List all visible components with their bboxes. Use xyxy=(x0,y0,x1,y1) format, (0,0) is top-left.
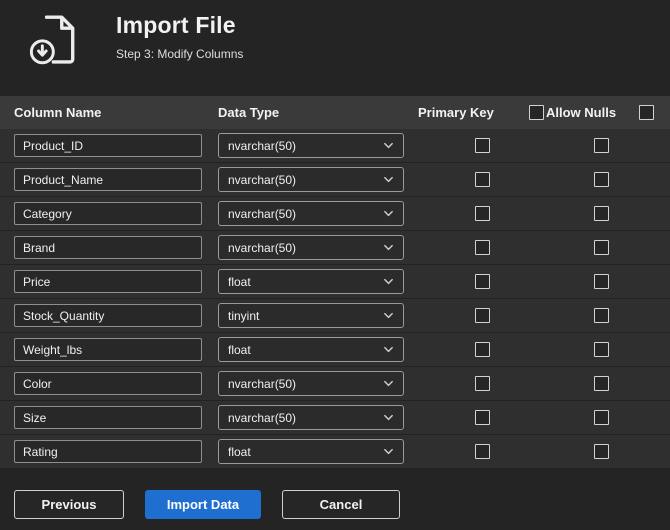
data-type-select[interactable]: nvarchar(50) xyxy=(218,235,404,260)
data-type-value: nvarchar(50) xyxy=(228,172,297,187)
primary-key-checkbox[interactable] xyxy=(474,376,490,391)
table-row: nvarchar(50) xyxy=(0,367,670,401)
data-type-select[interactable]: float xyxy=(218,337,404,362)
allow-nulls-checkbox[interactable] xyxy=(593,206,609,221)
primary-key-checkbox[interactable] xyxy=(474,444,490,459)
chevron-down-icon xyxy=(383,446,394,457)
data-type-value: float xyxy=(228,274,251,289)
data-type-value: nvarchar(50) xyxy=(228,206,297,221)
table-row: nvarchar(50) xyxy=(0,163,670,197)
allow-nulls-checkbox[interactable] xyxy=(593,376,609,391)
column-name-input[interactable] xyxy=(14,168,202,191)
import-data-button[interactable]: Import Data xyxy=(145,490,261,519)
allow-nulls-checkbox[interactable] xyxy=(593,274,609,289)
column-name-input[interactable] xyxy=(14,134,202,157)
data-type-select[interactable]: nvarchar(50) xyxy=(218,201,404,226)
table-row: float xyxy=(0,333,670,367)
primary-key-checkbox[interactable] xyxy=(474,274,490,289)
table-row: nvarchar(50) xyxy=(0,401,670,435)
column-name-input[interactable] xyxy=(14,270,202,293)
column-name-header: Column Name xyxy=(14,105,102,120)
data-type-select[interactable]: float xyxy=(218,439,404,464)
allow-nulls-checkbox[interactable] xyxy=(593,138,609,153)
allow-nulls-checkbox[interactable] xyxy=(593,308,609,323)
chevron-down-icon xyxy=(383,208,394,219)
chevron-down-icon xyxy=(383,310,394,321)
primary-key-checkbox[interactable] xyxy=(474,240,490,255)
cancel-button[interactable]: Cancel xyxy=(282,490,400,519)
table-body: nvarchar(50) nvarchar(50) xyxy=(0,129,670,469)
data-type-value: tinyint xyxy=(228,308,260,323)
chevron-down-icon xyxy=(383,412,394,423)
allow-nulls-checkbox[interactable] xyxy=(593,172,609,187)
data-type-select[interactable]: tinyint xyxy=(218,303,404,328)
data-type-value: nvarchar(50) xyxy=(228,376,297,391)
chevron-down-icon xyxy=(383,378,394,389)
table-row: nvarchar(50) xyxy=(0,129,670,163)
primary-key-checkbox[interactable] xyxy=(474,172,490,187)
data-type-value: nvarchar(50) xyxy=(228,410,297,425)
column-name-input[interactable] xyxy=(14,236,202,259)
primary-key-header: Primary Key xyxy=(418,105,494,120)
chevron-down-icon xyxy=(383,242,394,253)
chevron-down-icon xyxy=(383,276,394,287)
column-name-input[interactable] xyxy=(14,440,202,463)
footer-actions: Previous Import Data Cancel xyxy=(0,490,670,519)
data-type-select[interactable]: nvarchar(50) xyxy=(218,405,404,430)
allow-nulls-checkbox[interactable] xyxy=(593,410,609,425)
primary-key-checkbox[interactable] xyxy=(474,342,490,357)
allow-nulls-checkbox[interactable] xyxy=(593,342,609,357)
data-type-header: Data Type xyxy=(218,105,280,120)
table-row: tinyint xyxy=(0,299,670,333)
data-type-select[interactable]: nvarchar(50) xyxy=(218,371,404,396)
column-name-input[interactable] xyxy=(14,406,202,429)
primary-key-select-all-checkbox[interactable] xyxy=(529,105,544,120)
allow-nulls-checkbox[interactable] xyxy=(593,444,609,459)
chevron-down-icon xyxy=(383,344,394,355)
step-subtitle: Step 3: Modify Columns xyxy=(116,47,244,61)
table-header-row: Column Name Data Type Primary Key Allow … xyxy=(0,96,670,129)
allow-nulls-checkbox[interactable] xyxy=(593,240,609,255)
column-name-input[interactable] xyxy=(14,304,202,327)
chevron-down-icon xyxy=(383,140,394,151)
table-row: nvarchar(50) xyxy=(0,231,670,265)
columns-table: Column Name Data Type Primary Key Allow … xyxy=(0,96,670,469)
dialog-header: Import File Step 3: Modify Columns xyxy=(0,0,670,96)
primary-key-checkbox[interactable] xyxy=(474,138,490,153)
page-title: Import File xyxy=(116,12,236,38)
table-row: nvarchar(50) xyxy=(0,197,670,231)
chevron-down-icon xyxy=(383,174,394,185)
previous-button[interactable]: Previous xyxy=(14,490,124,519)
data-type-select[interactable]: nvarchar(50) xyxy=(218,167,404,192)
allow-nulls-select-all-checkbox[interactable] xyxy=(639,105,654,120)
column-name-input[interactable] xyxy=(14,372,202,395)
data-type-value: nvarchar(50) xyxy=(228,138,297,153)
column-name-input[interactable] xyxy=(14,202,202,225)
primary-key-checkbox[interactable] xyxy=(474,410,490,425)
import-file-icon xyxy=(28,12,82,68)
primary-key-checkbox[interactable] xyxy=(474,206,490,221)
table-row: float xyxy=(0,265,670,299)
data-type-select[interactable]: nvarchar(50) xyxy=(218,133,404,158)
data-type-value: float xyxy=(228,444,251,459)
allow-nulls-header: Allow Nulls xyxy=(546,105,617,120)
data-type-value: nvarchar(50) xyxy=(228,240,297,255)
column-name-input[interactable] xyxy=(14,338,202,361)
table-row: float xyxy=(0,435,670,469)
data-type-select[interactable]: float xyxy=(218,269,404,294)
primary-key-checkbox[interactable] xyxy=(474,308,490,323)
data-type-value: float xyxy=(228,342,251,357)
